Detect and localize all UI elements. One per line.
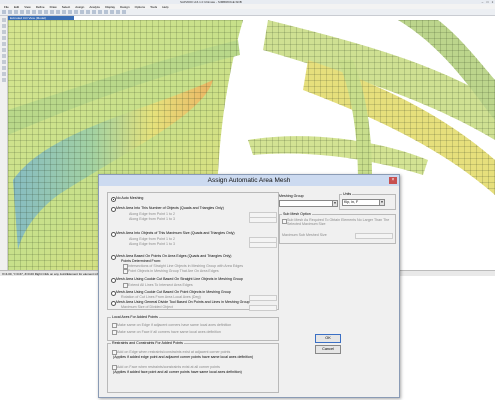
run-icon[interactable] (50, 10, 54, 14)
show-forces-icon[interactable] (110, 10, 114, 14)
point-objects-label: Point Objects in Meshing Group That Are … (128, 268, 219, 273)
number-edge-1-3-field[interactable] (249, 217, 277, 223)
meshing-group-label: Meshing Group (279, 194, 304, 198)
local-axes-face-label: Make same on Face if all corners have sa… (117, 329, 221, 334)
points-determined-label: Points Determined From: (121, 259, 161, 263)
save-icon[interactable] (14, 10, 18, 14)
rotation-field[interactable] (249, 295, 277, 301)
area-icon[interactable] (1, 36, 6, 40)
ok-button[interactable]: OK (315, 334, 341, 343)
undo-icon[interactable] (26, 10, 30, 14)
view-window-tab[interactable]: Extruded 3-D View (Model) (8, 16, 74, 20)
show-deformed-icon[interactable] (116, 10, 120, 14)
meshing-group-select[interactable]: ▼ (279, 200, 338, 207)
units-select[interactable]: Kip, in, F ▼ (342, 199, 385, 206)
redo-icon[interactable] (32, 10, 36, 14)
restraints-label: Restraints and Constraints For Added Poi… (111, 341, 184, 345)
rotation-label: Rotation of Cut Lines From Area Local Ax… (121, 295, 201, 299)
mesh-max-size-label: Mesh Area Into Objects of This Maximum S… (116, 231, 235, 235)
solid-icon[interactable] (1, 54, 6, 58)
select-prev-icon[interactable] (1, 66, 6, 70)
mesh-cookie-lines-label: Mesh Area Using Cookie Cut Based On Stra… (116, 277, 243, 281)
frame-icon[interactable] (1, 30, 6, 34)
submesh-label: Sub Mesh Option (282, 212, 312, 216)
rect-icon[interactable] (1, 48, 6, 52)
dialog-title: Assign Automatic Area Mesh (99, 175, 399, 186)
max-submesh-label: Maximum Sub Meshed Size (282, 233, 327, 237)
extend-lines-label: Extend All Lines To Intersect Area Edges (128, 282, 193, 287)
number-edge-1-2-label: Along Edge from Point 1 to 2 (129, 212, 175, 216)
view-yz-icon[interactable] (92, 10, 96, 14)
view-xz-icon[interactable] (86, 10, 90, 14)
mesh-number-objects-label: Mesh Area Into This Number of Objects (Q… (116, 206, 224, 210)
lock-icon[interactable] (44, 10, 48, 14)
chevron-down-icon: ▼ (379, 200, 384, 205)
print-icon[interactable] (20, 10, 24, 14)
display-icon[interactable] (104, 10, 108, 14)
mesh-points-edges-label: Mesh Area Based On Points On Area Edges … (116, 254, 232, 258)
joint-icon[interactable] (1, 24, 6, 28)
max-divided-label: Maximum Size of Divided Object (121, 305, 173, 309)
no-auto-meshing-label: No Auto Meshing (116, 196, 144, 200)
pan-icon[interactable] (68, 10, 72, 14)
quad-icon[interactable] (1, 42, 6, 46)
intersections-label: Intersections of Straight Line Objects i… (128, 263, 244, 268)
zoom-in-icon[interactable] (56, 10, 60, 14)
new-icon[interactable] (2, 10, 6, 14)
toolbar (0, 9, 495, 16)
chevron-down-icon: ▼ (332, 201, 337, 206)
status-text: X=4.00, Y=0.67, Z=0.00 Right Click on an… (2, 272, 110, 276)
snap-icon[interactable] (1, 78, 6, 82)
max-divided-field[interactable] (249, 305, 277, 311)
select-all-icon[interactable] (1, 60, 6, 64)
restraints-face-label: Add on Face when restraints/constraints … (117, 364, 220, 369)
restraints-edge-label: Add on Edge when restraints/constraints … (117, 349, 231, 354)
draw-toolbar (0, 16, 8, 270)
pointer-icon[interactable] (1, 18, 6, 22)
view-3d-icon[interactable] (74, 10, 78, 14)
restraints-face-note: (Applies if added face point and all cor… (113, 370, 242, 374)
cancel-button[interactable]: Cancel (315, 345, 341, 354)
max-size-edge-1-2-label: Along Edge from Point 1 to 2 (129, 237, 175, 241)
mesh-cookie-points-label: Mesh Area Using Cookie Cut Based On Poin… (116, 290, 231, 294)
max-size-edge-1-3-label: Along Edge from Point 1 to 3 (129, 242, 175, 246)
rotate-icon[interactable] (98, 10, 102, 14)
design-icon[interactable] (122, 10, 126, 14)
restraints-edge-note: (Applies if added edge point and adjacen… (113, 355, 254, 359)
dialog-close-button[interactable]: × (389, 177, 397, 184)
units-label: Units (342, 192, 353, 196)
max-submesh-field[interactable] (355, 233, 393, 239)
local-axes-label: Local Axes For Added Points (111, 315, 159, 319)
local-axes-edge-label: Make same on Edge if adjacent corners ha… (117, 322, 232, 327)
open-icon[interactable] (8, 10, 12, 14)
units-value: Kip, in, F (344, 200, 359, 204)
number-edge-1-3-label: Along Edge from Point 1 to 3 (129, 217, 175, 221)
zoom-out-icon[interactable] (62, 10, 66, 14)
submesh-check-label: Sub Mesh As Required To Obtain Elements … (287, 218, 390, 226)
max-size-edge-1-3-field[interactable] (249, 242, 277, 248)
view-xy-icon[interactable] (80, 10, 84, 14)
refresh-icon[interactable] (38, 10, 42, 14)
mesh-general-divide-label: Mesh Area Using General Divide Tool Base… (116, 300, 250, 304)
clear-select-icon[interactable] (1, 72, 6, 76)
assign-area-mesh-dialog: Assign Automatic Area Mesh × No Auto Mes… (98, 174, 400, 398)
